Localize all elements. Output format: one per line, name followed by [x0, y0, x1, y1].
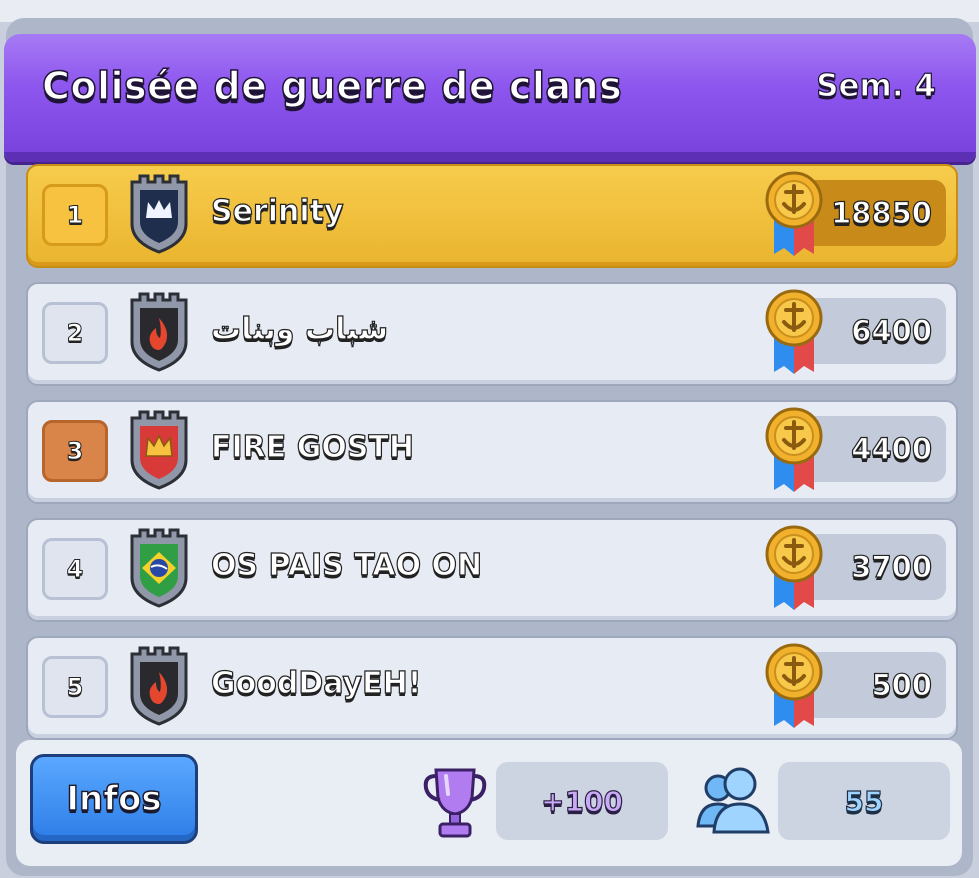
medal-icon [765, 407, 823, 492]
clan-list: 1 Serinity 18850 2 شباب وبنات 6400 3 FIR… [26, 164, 958, 754]
clan-name: OS PAIS TAO ON [210, 547, 483, 583]
medal-icon [765, 289, 823, 374]
flame-badge-icon [130, 292, 188, 372]
medal-icon [765, 171, 823, 256]
flame-badge-icon [130, 646, 188, 726]
rank-badge: 3 [42, 420, 108, 482]
clan-name: GoodDayEH! [210, 665, 422, 701]
members-count-value: 55 [778, 762, 950, 840]
rank-badge: 2 [42, 302, 108, 364]
clan-row-2[interactable]: 2 شباب وبنات 6400 [26, 282, 958, 386]
trophy-reward-value: +100 [496, 762, 668, 840]
info-button[interactable]: Infos [30, 754, 198, 844]
brazil-flag-badge-icon [130, 528, 188, 608]
page-title: Colisée de guerre de clans [41, 63, 623, 109]
clan-row-4[interactable]: 4 OS PAIS TAO ON 3700 [26, 518, 958, 622]
medal-icon [765, 643, 823, 728]
clan-row-3[interactable]: 3 FIRE GOSTH 4400 [26, 400, 958, 504]
clan-name: FIRE GOSTH [210, 429, 414, 465]
week-label: Sem. 4 [816, 67, 937, 104]
rank-badge: 5 [42, 656, 108, 718]
header-banner: Colisée de guerre de clans Sem. 4 [4, 34, 976, 162]
rank-badge: 4 [42, 538, 108, 600]
members-icon [696, 767, 770, 834]
clan-row-5[interactable]: 5 GoodDayEH! 500 [26, 636, 958, 740]
footer-bar: Infos +100 55 [16, 740, 962, 866]
crown-badge-icon [130, 410, 188, 490]
clan-name: Serinity [210, 193, 344, 229]
trophy-icon [423, 768, 487, 838]
crown-badge-icon [130, 174, 188, 254]
rank-badge: 1 [42, 184, 108, 246]
clan-name: شباب وبنات [210, 311, 389, 347]
clan-row-1[interactable]: 1 Serinity 18850 [26, 164, 958, 268]
medal-icon [765, 525, 823, 610]
